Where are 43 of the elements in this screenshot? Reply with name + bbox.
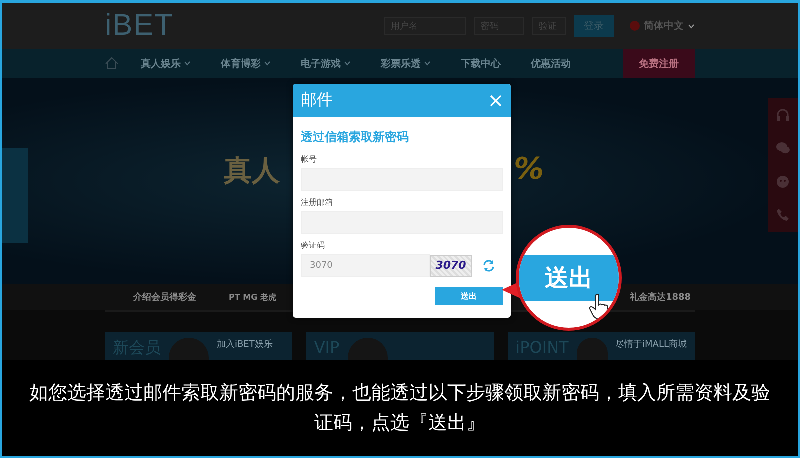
- card-text: 加入iBET娱乐: [217, 338, 273, 352]
- nav-item[interactable]: 电子游戏: [301, 56, 351, 70]
- photo-placeholder: [169, 338, 209, 360]
- smiley-icon: [776, 174, 790, 189]
- submit-button[interactable]: 送出: [435, 287, 503, 305]
- phone-icon: [776, 208, 790, 222]
- card-text: 尽情于iMALL商城: [616, 338, 687, 352]
- field-label: 帐号: [301, 154, 318, 165]
- captcha-input[interactable]: 3070: [301, 254, 430, 277]
- promo-tab[interactable]: PT MG 老虎: [229, 292, 276, 302]
- promo-tab[interactable]: 介绍会员得彩金: [105, 290, 225, 304]
- caret-icon: [264, 61, 271, 66]
- nav-item[interactable]: 下载中心: [461, 56, 501, 70]
- language-selector[interactable]: 简体中文: [644, 19, 684, 33]
- side-tab[interactable]: [2, 148, 28, 243]
- refresh-icon[interactable]: [482, 258, 496, 272]
- headset-icon: [776, 108, 790, 122]
- logo[interactable]: iBET: [105, 9, 174, 43]
- hand-cursor-icon: [589, 294, 609, 320]
- caption-text: 如您选择透过邮件索取新密码的服务，也能透过以下步骤领取新密码，填入所需资料及验证码，点选『送出』: [2, 360, 798, 456]
- captcha-image: 3070: [430, 254, 472, 276]
- caret-icon: [184, 61, 191, 66]
- dialog-heading: 透过信箱索取新密码: [301, 129, 410, 146]
- banner-percent: %: [514, 152, 544, 189]
- photo-placeholder: [576, 338, 608, 360]
- nav-item[interactable]: 体育博彩: [221, 56, 271, 70]
- nav-item[interactable]: 彩票乐透: [381, 56, 431, 70]
- dialog-title: 邮件: [301, 90, 333, 111]
- nav-item[interactable]: 真人娱乐: [141, 56, 191, 70]
- caret-icon: [344, 61, 351, 66]
- flag-icon: [630, 21, 640, 31]
- close-icon[interactable]: [490, 94, 502, 106]
- field-label: 注册邮箱: [301, 197, 334, 208]
- chat-icon: [776, 141, 790, 156]
- promo-tab[interactable]: 礼金高达1888: [630, 290, 691, 304]
- register-button[interactable]: 免费注册: [623, 49, 695, 78]
- caret-icon: [424, 61, 431, 66]
- caret-icon: [688, 24, 695, 28]
- field-label: 验证码: [301, 240, 326, 251]
- photo-placeholder: [348, 338, 388, 360]
- nav-item[interactable]: 优惠活动: [531, 56, 571, 70]
- home-icon: [105, 57, 119, 70]
- banner-headline: 真人: [224, 153, 280, 189]
